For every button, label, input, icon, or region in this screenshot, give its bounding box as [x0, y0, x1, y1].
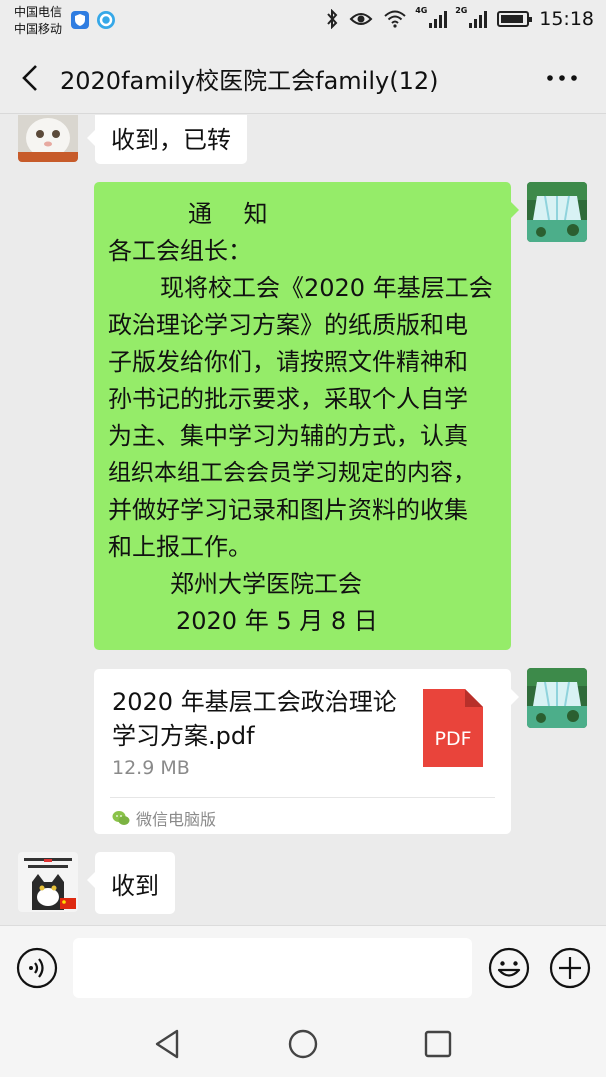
waterfall-avatar-image — [527, 668, 587, 728]
notice-line: 各工会组长： — [108, 237, 252, 265]
notice-line: 现将校工会《2020 年基层工会 — [160, 274, 493, 302]
file-message-card[interactable]: 2020 年基层工会政治理论学习方案.pdf 12.9 MB PDF 微信电脑版 — [94, 669, 519, 834]
shield-icon — [71, 11, 89, 29]
app-notification-icon — [97, 11, 115, 29]
message-list[interactable]: 收到，已转 通 知 各工会组长： 现将校工会《2020 年基层工会 政治理论学习… — [0, 115, 606, 925]
carrier-1: 中国电信 — [14, 5, 63, 19]
notice-message-bubble[interactable]: 通 知 各工会组长： 现将校工会《2020 年基层工会 政治理论学习方案》的纸质… — [94, 182, 519, 650]
avatar-sender-1[interactable] — [18, 115, 78, 162]
file-size: 12.9 MB — [112, 757, 190, 779]
network-label-2: 2G — [455, 6, 468, 15]
message-text: 收到，已转 — [111, 125, 231, 154]
input-bar — [0, 925, 606, 1010]
triangle-back-icon[interactable] — [151, 1027, 185, 1061]
chevron-left-icon[interactable] — [12, 60, 48, 96]
square-recents-icon[interactable] — [421, 1027, 455, 1061]
cat-meme-avatar-image — [18, 852, 78, 912]
voice-icon[interactable] — [16, 947, 58, 989]
signal-icon-1: 4G — [415, 6, 448, 28]
notice-line: 为主、集中学习为辅的方式，认真 — [108, 422, 468, 450]
notice-line: 和上报工作。 — [108, 533, 252, 561]
eye-comfort-icon — [349, 13, 373, 25]
bluetooth-icon — [327, 9, 338, 29]
more-dots-icon[interactable] — [542, 60, 582, 96]
chat-title: 2020family校医院工会family(12) — [60, 67, 439, 95]
cat-avatar-image — [18, 115, 78, 162]
emoji-icon[interactable] — [488, 947, 530, 989]
avatar-sender-2[interactable] — [18, 852, 78, 912]
circle-home-icon[interactable] — [286, 1027, 320, 1061]
message-bubble[interactable]: 收到 — [87, 852, 175, 914]
message-input[interactable] — [73, 938, 472, 998]
wifi-icon — [384, 10, 406, 28]
pdf-label: PDF — [434, 728, 471, 750]
avatar-self[interactable] — [527, 182, 587, 242]
file-source: 微信电脑版 — [112, 806, 216, 830]
notice-line: 组织本组工会会员学习规定的内容， — [108, 460, 476, 486]
notice-line: 孙书记的批示要求，采取个人自学 — [108, 385, 468, 413]
signal-icon-2: 2G — [455, 6, 488, 28]
divider — [110, 797, 495, 798]
notice-signature: 郑州大学医院工会 — [170, 570, 362, 598]
notice-heading: 通 知 — [188, 200, 268, 228]
notice-line: 并做好学习记录和图片资料的收集 — [108, 496, 468, 524]
notice-line: 政治理论学习方案》的纸质版和电 — [108, 311, 468, 339]
message-text: 收到 — [111, 871, 159, 900]
wechat-logo-icon — [112, 811, 130, 825]
carrier-info: 中国电信 中国移动 — [14, 4, 62, 38]
waterfall-avatar-image — [527, 182, 587, 242]
plus-icon[interactable] — [549, 947, 591, 989]
chat-header: 2020family校医院工会family(12) — [0, 42, 606, 114]
notice-date: 2020 年 5 月 8 日 — [176, 607, 378, 635]
file-source-text: 微信电脑版 — [136, 810, 217, 829]
status-bar: 中国电信 中国移动 4G 2G 15:18 — [0, 0, 606, 42]
network-label-1: 4G — [415, 6, 428, 15]
message-bubble[interactable]: 收到，已转 — [87, 115, 247, 164]
carrier-2: 中国移动 — [14, 22, 63, 36]
system-nav-bar — [0, 1010, 606, 1077]
notice-line: 子版发给你们，请按照文件精神和 — [108, 348, 468, 376]
battery-icon — [497, 11, 533, 27]
clock: 15:18 — [539, 8, 594, 30]
pdf-file-icon: PDF — [423, 689, 483, 767]
avatar-self[interactable] — [527, 668, 587, 728]
file-name: 2020 年基层工会政治理论学习方案.pdf — [112, 688, 397, 750]
